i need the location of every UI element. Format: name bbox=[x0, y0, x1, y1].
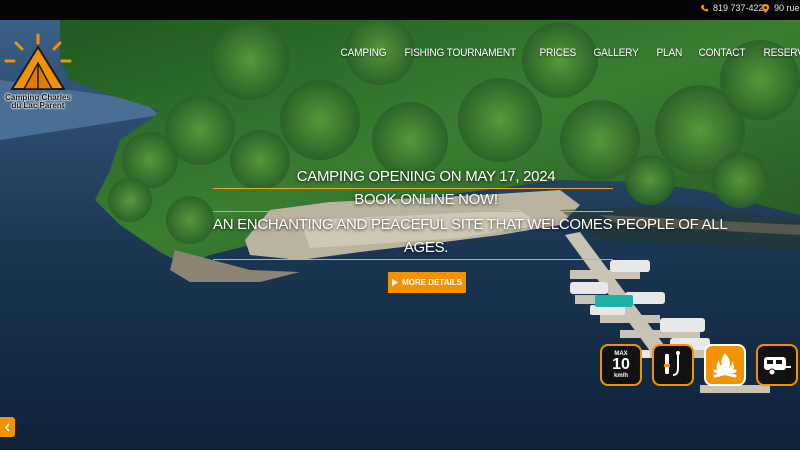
speed-limit-value: 10 bbox=[612, 356, 630, 373]
nav-item-fishing-tournament[interactable]: FISHING TOURNAMENT bbox=[398, 47, 522, 59]
main-nav: CAMPING FISHING TOURNAMENT PRICES GALLER… bbox=[334, 47, 800, 59]
hero-line-book: BOOK ONLINE NOW! bbox=[354, 191, 498, 208]
phone-info[interactable]: 819 737-4226 bbox=[700, 3, 769, 13]
address-info[interactable]: 90 rue Ma bbox=[761, 3, 800, 13]
scroll-arrow-button[interactable] bbox=[0, 417, 15, 437]
nav-item-contact[interactable]: CONTACT bbox=[692, 47, 752, 59]
logo-tent-icon bbox=[4, 33, 72, 90]
chevron-left-icon bbox=[4, 422, 10, 432]
nav-item-camping[interactable]: CAMPING bbox=[334, 47, 393, 59]
logo-line-2: du Lac Parent bbox=[11, 101, 65, 110]
hero-line-tagline: AN ENCHANTING AND PEACEFUL SITE THAT WEL… bbox=[213, 216, 728, 233]
speed-limit-icon: MAX 10 km/h bbox=[600, 344, 642, 386]
rv-trailer-icon bbox=[756, 344, 798, 386]
nav-item-plan[interactable]: PLAN bbox=[650, 47, 689, 59]
hero-line-opening: CAMPING OPENING ON MAY 17, 2024 bbox=[296, 168, 556, 185]
hero-line-tagline-2: AGES. bbox=[403, 239, 449, 256]
more-details-label[interactable]: MORE DETAILS bbox=[402, 278, 462, 287]
hero-section: Camping Charles du Lac Parent CAMPING FI… bbox=[0, 20, 800, 450]
map-pin-icon bbox=[761, 3, 770, 13]
hero-divider-1 bbox=[213, 188, 613, 189]
fishing-rod-icon bbox=[652, 344, 694, 386]
nav-item-gallery[interactable]: GALLERY bbox=[587, 47, 645, 59]
hero-divider-2 bbox=[213, 211, 613, 212]
address-text[interactable]: 90 rue Ma bbox=[774, 3, 800, 13]
play-icon bbox=[392, 279, 399, 286]
campfire-icon bbox=[704, 344, 746, 386]
nav-item-reservation[interactable]: RESERVATION bbox=[757, 47, 800, 59]
phone-icon bbox=[700, 4, 709, 11]
top-bar: 819 737-4226 90 rue Ma bbox=[0, 0, 800, 20]
nav-item-prices[interactable]: PRICES bbox=[533, 47, 582, 59]
speed-limit-unit: km/h bbox=[613, 373, 628, 379]
hero-divider-3 bbox=[213, 259, 613, 260]
more-details-button[interactable]: MORE DETAILS bbox=[388, 272, 466, 293]
site-logo[interactable]: Camping Charles du Lac Parent bbox=[2, 33, 74, 133]
